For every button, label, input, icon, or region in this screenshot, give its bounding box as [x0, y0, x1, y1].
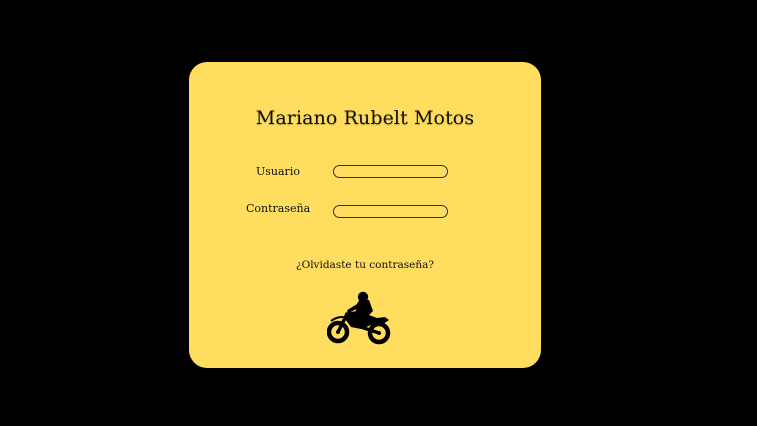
login-card: Mariano Rubelt Motos Usuario Contraseña … [189, 62, 541, 368]
page-title: Mariano Rubelt Motos [255, 107, 475, 129]
forgot-password-link[interactable]: ¿Olvidaste tu contraseña? [189, 259, 541, 271]
password-label: Contraseña [246, 202, 311, 215]
username-input[interactable] [333, 165, 448, 178]
password-input[interactable] [333, 205, 448, 218]
username-label: Usuario [256, 165, 300, 178]
motorcycle-rider-icon [327, 291, 391, 345]
